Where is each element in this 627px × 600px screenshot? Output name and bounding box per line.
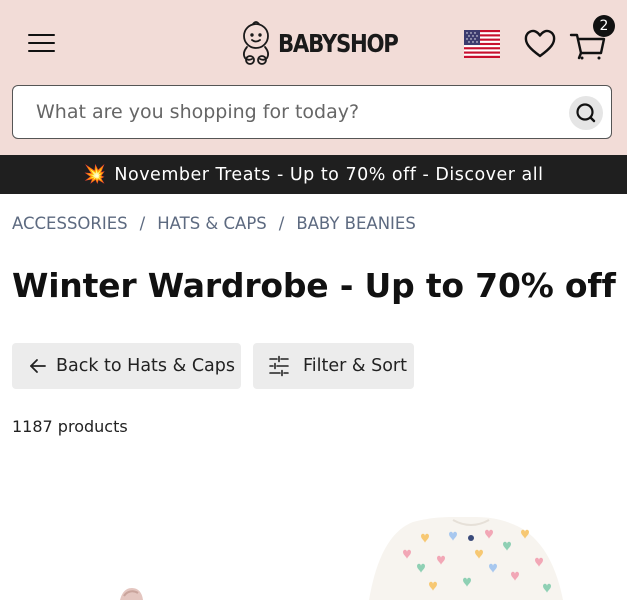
baby-logo-icon <box>242 21 270 65</box>
product-image <box>120 588 143 600</box>
breadcrumb-separator: / <box>278 214 285 233</box>
product-image <box>369 517 563 600</box>
page-title: Winter Wardrobe - Up to 70% off <box>12 266 616 305</box>
back-button-label: Back to Hats & Caps <box>56 356 235 376</box>
breadcrumb-separator: / <box>139 214 146 233</box>
breadcrumb-accessories[interactable]: ACCESSORIES <box>12 214 128 233</box>
cart-count-badge: 2 <box>593 15 615 37</box>
promo-banner[interactable]: 💥 November Treats - Up to 70% off - Disc… <box>0 155 627 194</box>
filter-sliders-icon <box>269 355 289 377</box>
search-button[interactable] <box>569 96 603 130</box>
product-card[interactable] <box>12 470 302 600</box>
back-to-category-button[interactable]: Back to Hats & Caps <box>12 343 241 389</box>
promo-text: November Treats - Up to 70% off - Discov… <box>114 164 544 185</box>
menu-button[interactable] <box>28 33 55 53</box>
search-input[interactable] <box>36 98 556 126</box>
us-flag-icon[interactable] <box>464 30 500 58</box>
product-card[interactable] <box>325 470 615 600</box>
site-header: BABYSHOP 2 What are you shopping for tod… <box>0 0 627 155</box>
logo[interactable]: BABYSHOP <box>240 19 419 67</box>
arrow-left-icon <box>30 359 46 373</box>
logo-text: BABYSHOP <box>278 28 399 58</box>
sparkle-icon: 💥 <box>83 164 107 185</box>
filter-sort-button[interactable]: Filter & Sort <box>253 343 414 389</box>
search-bar <box>12 85 612 139</box>
search-icon <box>576 103 596 123</box>
product-count: 1187 products <box>12 417 128 436</box>
breadcrumb-hats-caps[interactable]: HATS & CAPS <box>157 214 267 233</box>
wishlist-heart-icon[interactable] <box>523 27 557 61</box>
filter-button-label: Filter & Sort <box>303 356 407 376</box>
breadcrumb-baby-beanies[interactable]: BABY BEANIES <box>296 214 416 233</box>
breadcrumb: ACCESSORIES / HATS & CAPS / BABY BEANIES <box>12 214 416 233</box>
